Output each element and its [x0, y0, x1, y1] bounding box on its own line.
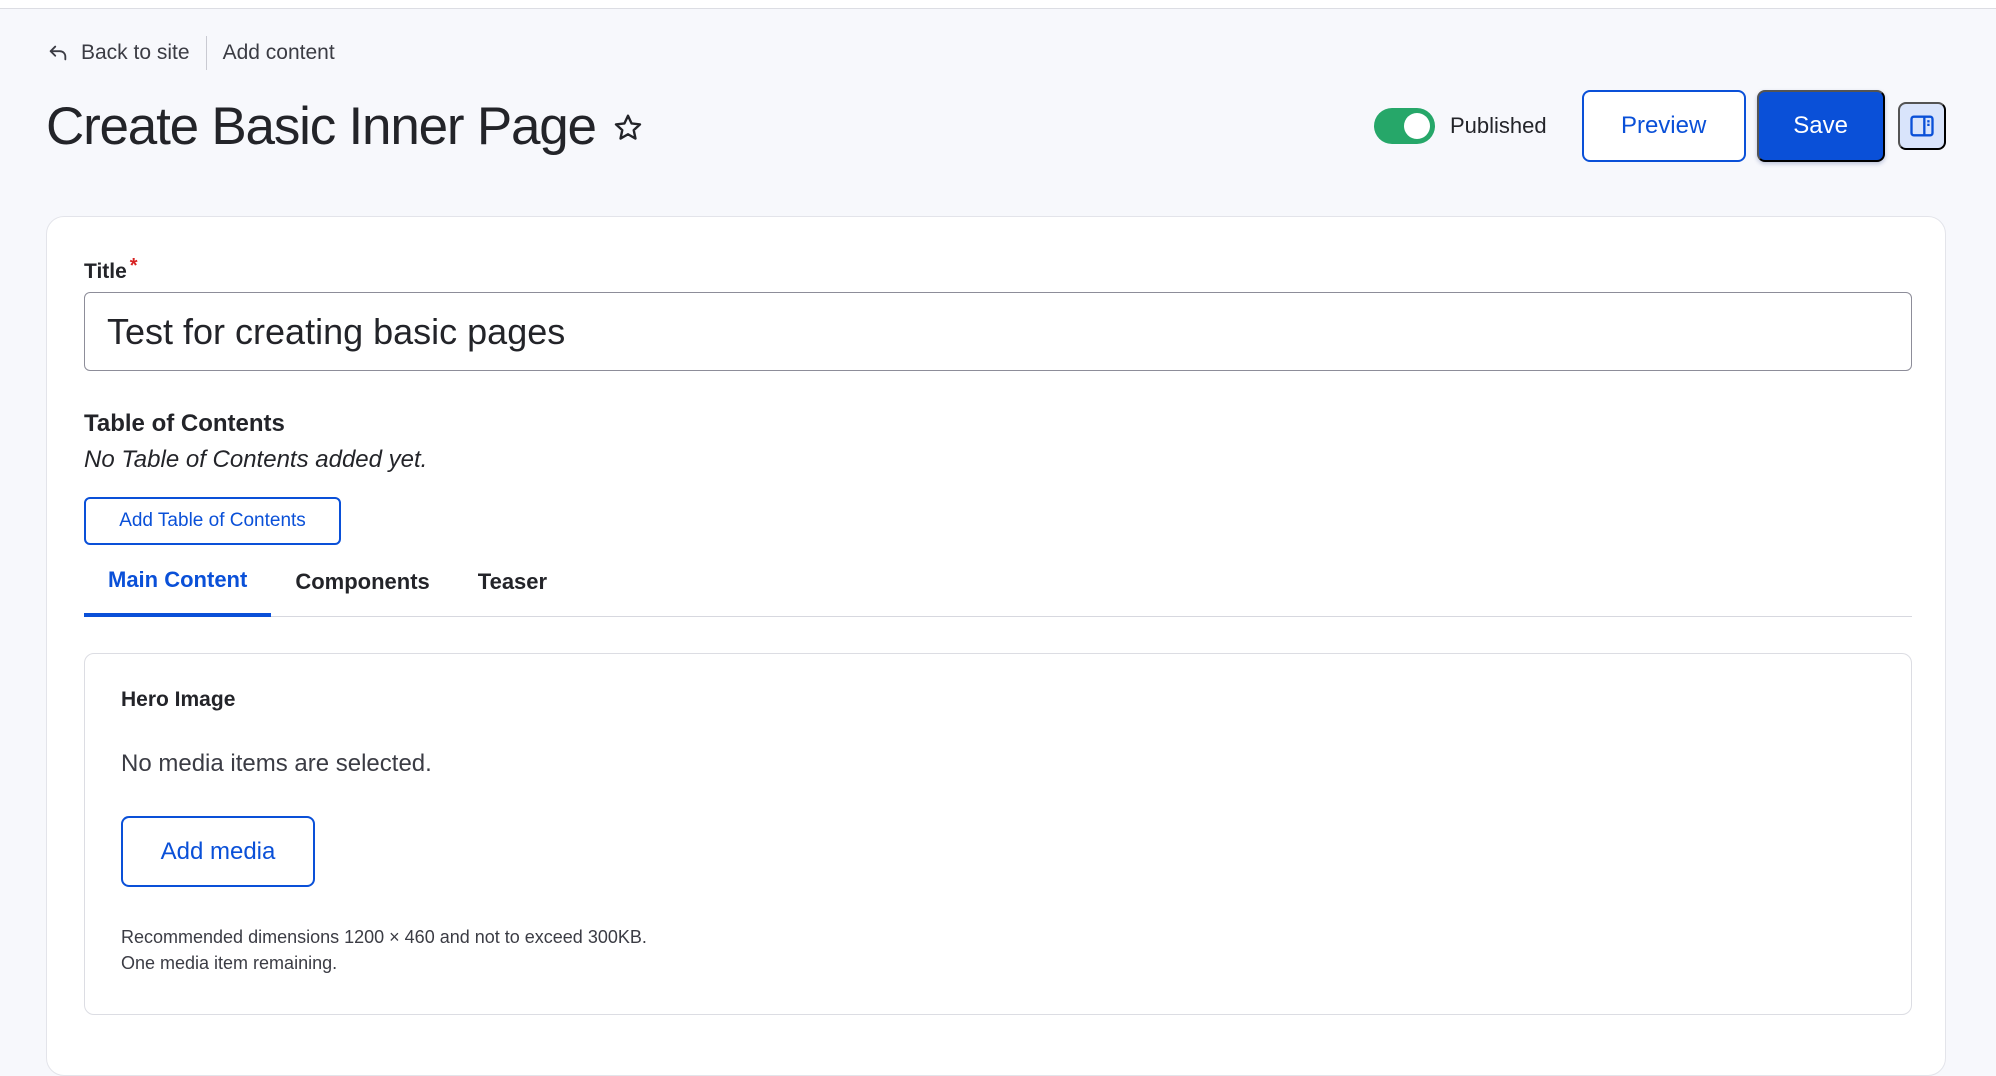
sidebar-toggle-button[interactable] [1897, 102, 1946, 150]
back-to-site-link[interactable]: Back to site [47, 36, 207, 70]
toc-heading: Table of Contents [84, 410, 285, 437]
hero-image-panel: Hero Image No media items are selected. … [84, 653, 1912, 1015]
page-title-text: Create Basic Inner Page [46, 97, 597, 156]
back-arrow-icon [49, 45, 67, 61]
tab-teaser[interactable]: Teaser [454, 547, 571, 617]
back-to-site-label: Back to site [81, 41, 190, 64]
published-toggle[interactable] [1374, 108, 1435, 144]
hero-help-text: Recommended dimensions 1200 × 460 and no… [121, 924, 647, 976]
breadcrumb: Back to site Add content [47, 36, 335, 70]
title-field-label: Title * [84, 255, 138, 284]
preview-button[interactable]: Preview [1581, 90, 1746, 162]
published-label: Published [1450, 113, 1547, 138]
save-button[interactable]: Save [1756, 90, 1885, 162]
header-actions: Published Preview Save [1374, 90, 1946, 162]
add-media-button[interactable]: Add media [121, 816, 315, 887]
hero-empty-text: No media items are selected. [121, 750, 432, 777]
sidebar-panel-icon [1909, 115, 1934, 137]
tab-components[interactable]: Components [271, 547, 453, 617]
title-input[interactable] [84, 292, 1912, 371]
star-icon[interactable] [612, 112, 644, 144]
content-form-card: Title* Table of Contents No Table of Con… [46, 216, 1946, 1076]
breadcrumb-current: Add content [222, 41, 335, 64]
content-tabs: Main Content Components Teaser [84, 547, 1912, 617]
hero-help-remaining: One media item remaining. [121, 953, 338, 973]
top-toolbar-edge [0, 0, 1996, 9]
page-title: Create Basic Inner Page [46, 96, 644, 157]
required-marker: * [129, 255, 138, 277]
hero-image-label: Hero Image [121, 688, 236, 711]
tab-main-content[interactable]: Main Content [84, 547, 272, 617]
hero-help-dimensions: Recommended dimensions 1200 × 460 and no… [121, 927, 647, 947]
add-table-of-contents-button[interactable]: Add Table of Contents [84, 497, 341, 545]
toc-empty-text: No Table of Contents added yet. [84, 446, 428, 473]
title-label-text: Title [84, 260, 127, 283]
